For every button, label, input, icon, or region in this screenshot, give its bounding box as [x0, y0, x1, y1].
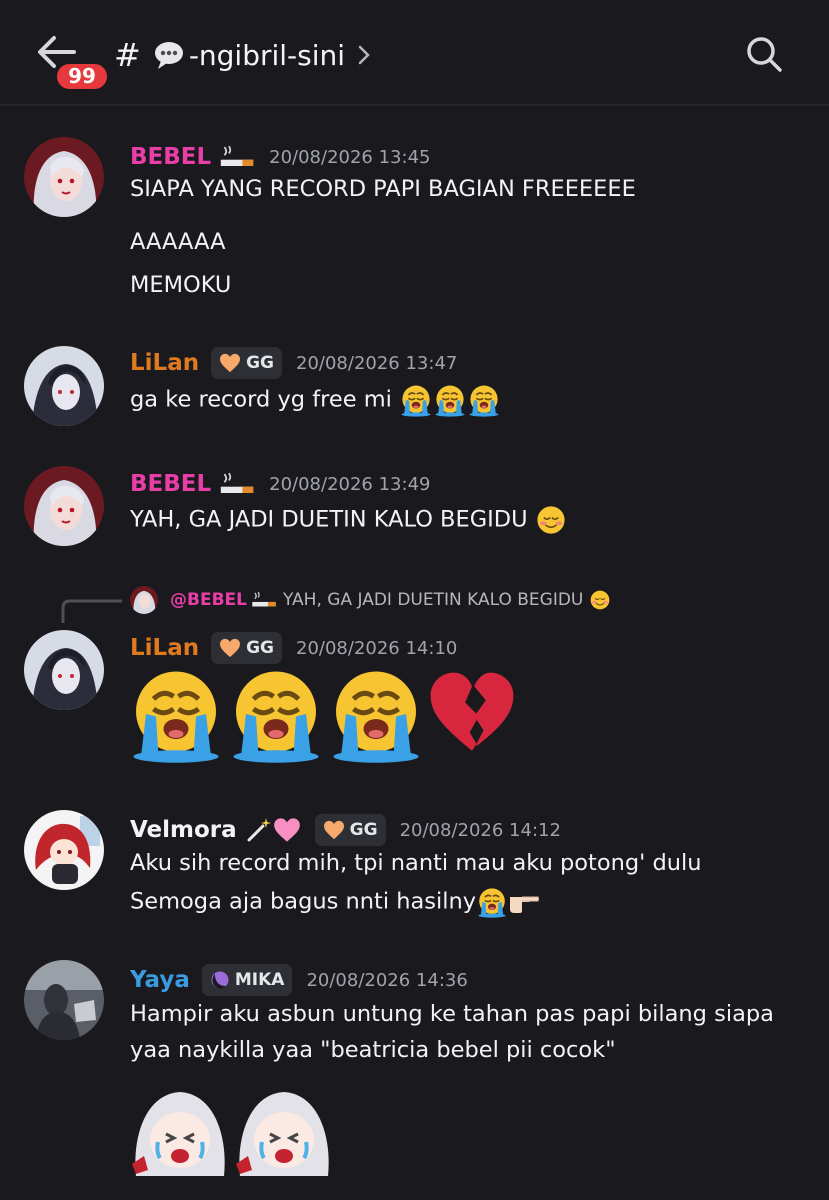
timestamp: 20/08/2026 14:12: [399, 819, 561, 841]
sticker-image: [132, 1092, 225, 1176]
channel-title[interactable]: # -ngibril-sini: [114, 33, 371, 77]
username[interactable]: Yaya: [130, 967, 190, 993]
message-text-content: Semoga aja bagus nnti hasilny: [130, 888, 477, 915]
magic-wand-icon: [247, 818, 271, 842]
message-header: BEBEL 20/08/2026 13:45: [130, 140, 430, 174]
message-text: MEMOKU: [130, 272, 232, 298]
heart-icon: [219, 353, 241, 373]
message-header: Velmora GG 20/08/2026 14:12: [130, 813, 561, 847]
avatar-image: [24, 960, 104, 1040]
avatar[interactable]: [24, 960, 104, 1040]
timestamp: 20/08/2026 14:36: [306, 969, 468, 991]
username[interactable]: LiLan: [130, 635, 199, 661]
reply-text: YAH, GA JADI DUETIN KALO BEGIDU: [282, 590, 584, 610]
channel-hash: #: [114, 36, 141, 74]
message-text: yaa naykilla yaa "beatricia bebel pii co…: [130, 1037, 616, 1063]
avatar-image: [24, 346, 104, 426]
message-text: Semoga aja bagus nnti hasilny: [130, 886, 540, 918]
role-tag-label: GG: [349, 820, 378, 840]
crying-emoji-icon: [399, 383, 433, 417]
avatar[interactable]: [24, 137, 104, 217]
username[interactable]: LiLan: [130, 350, 199, 376]
avatar[interactable]: [24, 346, 104, 426]
speech-bubble-icon: [154, 42, 183, 69]
cigarette-icon: [219, 472, 255, 496]
message-text: SIAPA YANG RECORD PAPI BAGIAN FREEEEEE: [130, 176, 636, 202]
unread-badge: 99: [54, 61, 110, 92]
heart-icon: [323, 820, 345, 840]
moon-icon: [211, 971, 229, 989]
role-tag[interactable]: GG: [314, 814, 386, 846]
username[interactable]: BEBEL: [130, 144, 211, 170]
channel-name: -ngibril-sini: [188, 38, 346, 72]
message-text: Aku sih record mih, tpi nanti mau aku po…: [130, 850, 702, 876]
avatar[interactable]: [24, 466, 104, 546]
message-header: Yaya MIKA 20/08/2026 14:36: [130, 963, 468, 997]
role-tag-label: GG: [246, 638, 275, 658]
smiling-emoji-icon: [535, 504, 567, 536]
timestamp: 20/08/2026 13:47: [296, 352, 458, 374]
message-text-content: YAH, GA JADI DUETIN KALO BEGIDU: [130, 506, 528, 533]
cigarette-icon: [251, 591, 277, 609]
reply-avatar: [130, 586, 158, 614]
heart-icon: [219, 638, 241, 658]
reply-preview[interactable]: @BEBEL YAH, GA JADI DUETIN KALO BEGIDU: [130, 585, 611, 615]
broken-heart-icon: [426, 668, 518, 760]
crying-emoji-icon: [476, 886, 508, 918]
search-button[interactable]: [744, 34, 784, 74]
message-text-content: ga ke record yg free mi: [130, 386, 392, 413]
reply-connector: [61, 599, 122, 623]
search-icon: [747, 37, 782, 72]
cigarette-icon: [219, 145, 255, 169]
message-text: AAAAAA: [130, 229, 226, 255]
message-text: ga ke record yg free mi: [130, 383, 501, 417]
crying-emoji-icon: [226, 664, 326, 764]
avatar-image: [24, 630, 104, 710]
avatar[interactable]: [24, 630, 104, 710]
crying-emoji-icon: [326, 664, 426, 764]
chevron-right-icon: [358, 45, 370, 65]
avatar-image: [24, 466, 104, 546]
sticker[interactable]: [234, 1086, 334, 1176]
message-header: LiLan GG 20/08/2026 14:10: [130, 631, 457, 665]
sticker[interactable]: [130, 1086, 230, 1176]
sticker-image: [236, 1092, 329, 1176]
crying-emoji-icon: [433, 383, 467, 417]
username[interactable]: BEBEL: [130, 471, 211, 497]
avatar[interactable]: [24, 810, 104, 890]
crying-emoji-icon: [467, 383, 501, 417]
pointing-hand-icon: [510, 896, 540, 913]
role-tag[interactable]: MIKA: [201, 964, 293, 996]
reply-mention: @BEBEL: [170, 590, 247, 610]
role-tag[interactable]: GG: [211, 632, 283, 664]
avatar-image: [24, 810, 104, 890]
role-tag-label: MIKA: [234, 970, 285, 990]
message-text: Hampir aku asbun untung ke tahan pas pap…: [130, 1001, 774, 1027]
message-text: YAH, GA JADI DUETIN KALO BEGIDU: [130, 504, 567, 536]
pink-heart-icon: [273, 818, 300, 842]
role-tag-label: GG: [246, 353, 275, 373]
message-header: LiLan GG 20/08/2026 13:47: [130, 346, 457, 380]
jumbo-emoji-row: [126, 664, 518, 764]
timestamp: 20/08/2026 13:49: [269, 473, 431, 495]
crying-emoji-icon: [126, 664, 226, 764]
username[interactable]: Velmora: [130, 817, 237, 843]
message-header: BEBEL 20/08/2026 13:49: [130, 467, 430, 501]
role-tag[interactable]: GG: [211, 347, 283, 379]
timestamp: 20/08/2026 14:10: [296, 637, 458, 659]
timestamp: 20/08/2026 13:45: [269, 146, 431, 168]
channel-header: 99 # -ngibril-sini: [0, 0, 829, 106]
avatar-image: [24, 137, 104, 217]
smiling-emoji-icon: [589, 589, 611, 611]
